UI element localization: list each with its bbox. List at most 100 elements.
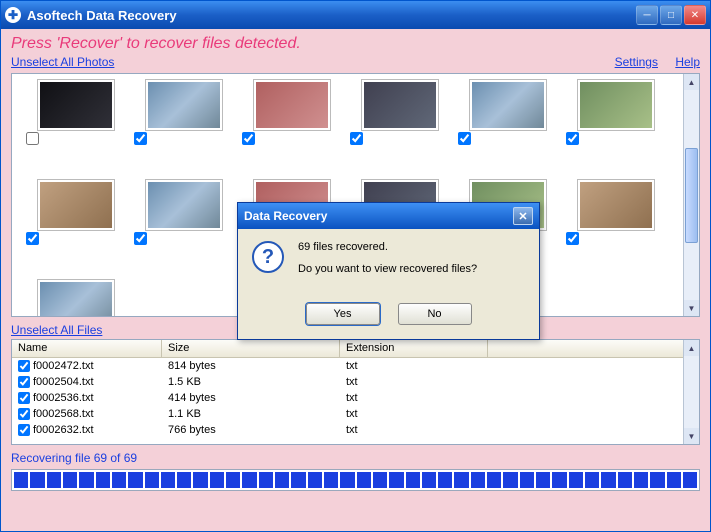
- scroll-down-icon[interactable]: ▼: [684, 428, 699, 444]
- file-name: f0002472.txt: [33, 360, 94, 372]
- dialog-titlebar: Data Recovery ✕: [238, 203, 539, 229]
- progress-segment: [30, 472, 44, 488]
- progress-segment: [471, 472, 485, 488]
- table-row[interactable]: f0002472.txt 814 bytestxt: [12, 358, 699, 374]
- minimize-button[interactable]: ─: [636, 5, 658, 25]
- file-size: 1.1 KB: [162, 408, 340, 420]
- photo-thumbnail[interactable]: [20, 280, 128, 317]
- app-icon: ✚: [5, 7, 21, 23]
- photo-thumbnail[interactable]: [128, 180, 236, 258]
- thumbnail-image[interactable]: [146, 80, 222, 130]
- photo-thumbnail[interactable]: [236, 80, 344, 158]
- thumbnail-image[interactable]: [578, 180, 654, 230]
- dialog-close-button[interactable]: ✕: [513, 207, 533, 225]
- file-checkbox[interactable]: [18, 360, 30, 372]
- file-size: 414 bytes: [162, 392, 340, 404]
- file-checkbox[interactable]: [18, 392, 30, 404]
- titlebar: ✚ Asoftech Data Recovery ─ □ ✕: [1, 1, 710, 29]
- progress-segment: [618, 472, 632, 488]
- no-button[interactable]: No: [398, 303, 472, 325]
- photo-thumbnail[interactable]: [452, 80, 560, 158]
- col-header-extension[interactable]: Extension: [340, 340, 488, 357]
- progress-segment: [357, 472, 371, 488]
- thumbnail-checkbox[interactable]: [566, 232, 579, 245]
- yes-button[interactable]: Yes: [306, 303, 380, 325]
- thumbnail-checkbox[interactable]: [566, 132, 579, 145]
- photo-scrollbar[interactable]: ▲ ▼: [683, 74, 699, 316]
- photo-thumbnail[interactable]: [344, 80, 452, 158]
- thumbnail-image[interactable]: [38, 180, 114, 230]
- progress-segment: [422, 472, 436, 488]
- dialog-buttons: Yes No: [238, 297, 539, 339]
- photo-thumbnail[interactable]: [20, 180, 128, 258]
- photo-thumbnail[interactable]: [560, 180, 668, 258]
- settings-link[interactable]: Settings: [615, 55, 658, 69]
- thumbnail-checkbox[interactable]: [242, 132, 255, 145]
- progress-segment: [601, 472, 615, 488]
- dialog-line1: 69 files recovered.: [298, 241, 477, 253]
- close-button[interactable]: ✕: [684, 5, 706, 25]
- thumbnail-checkbox[interactable]: [134, 232, 147, 245]
- thumbnail-image[interactable]: [362, 80, 438, 130]
- progress-segment: [112, 472, 126, 488]
- progress-segment: [193, 472, 207, 488]
- scroll-down-icon[interactable]: ▼: [684, 300, 699, 316]
- photo-thumbnail[interactable]: [560, 80, 668, 158]
- col-header-size[interactable]: Size: [162, 340, 340, 357]
- file-checkbox[interactable]: [18, 408, 30, 420]
- thumbnail-image[interactable]: [146, 180, 222, 230]
- unselect-all-photos-link[interactable]: Unselect All Photos: [11, 55, 114, 69]
- progress-segment: [47, 472, 61, 488]
- photo-thumbnail[interactable]: [20, 80, 128, 158]
- col-header-name[interactable]: Name: [12, 340, 162, 357]
- unselect-all-files-link[interactable]: Unselect All Files: [11, 323, 102, 337]
- progress-segment: [650, 472, 664, 488]
- maximize-button[interactable]: □: [660, 5, 682, 25]
- file-checkbox[interactable]: [18, 376, 30, 388]
- question-icon: ?: [252, 241, 284, 273]
- file-extension: txt: [340, 392, 488, 404]
- thumbnail-checkbox[interactable]: [26, 232, 39, 245]
- scroll-up-icon[interactable]: ▲: [684, 340, 699, 356]
- file-checkbox[interactable]: [18, 424, 30, 436]
- thumbnail-image[interactable]: [254, 80, 330, 130]
- progress-segment: [438, 472, 452, 488]
- thumbnail-image[interactable]: [38, 80, 114, 130]
- progress-segment: [340, 472, 354, 488]
- app-window: ✚ Asoftech Data Recovery ─ □ ✕ Press 'Re…: [0, 0, 711, 532]
- file-size: 814 bytes: [162, 360, 340, 372]
- scroll-thumb[interactable]: [685, 148, 698, 243]
- photo-thumbnail[interactable]: [128, 80, 236, 158]
- file-scrollbar[interactable]: ▲ ▼: [683, 340, 699, 444]
- table-row[interactable]: f0002568.txt1.1 KBtxt: [12, 406, 699, 422]
- help-link[interactable]: Help: [675, 55, 700, 69]
- progress-segment: [96, 472, 110, 488]
- file-extension: txt: [340, 424, 488, 436]
- table-row[interactable]: f0002536.txt414 bytestxt: [12, 390, 699, 406]
- progress-segment: [634, 472, 648, 488]
- instruction-text: Press 'Recover' to recover files detecte…: [11, 35, 700, 53]
- thumbnail-image[interactable]: [38, 280, 114, 317]
- progress-segment: [14, 472, 28, 488]
- thumbnail-checkbox[interactable]: [26, 132, 39, 145]
- file-name: f0002504.txt: [33, 376, 94, 388]
- progress-segment: [259, 472, 273, 488]
- scroll-up-icon[interactable]: ▲: [684, 74, 699, 90]
- progress-segment: [177, 472, 191, 488]
- thumbnail-checkbox[interactable]: [134, 132, 147, 145]
- progress-segment: [520, 472, 534, 488]
- thumbnail-image[interactable]: [470, 80, 546, 130]
- progress-segment: [487, 472, 501, 488]
- table-row[interactable]: f0002504.txt1.5 KBtxt: [12, 374, 699, 390]
- thumbnail-image[interactable]: [578, 80, 654, 130]
- progress-segment: [454, 472, 468, 488]
- progress-segment: [667, 472, 681, 488]
- progress-segment: [145, 472, 159, 488]
- thumbnail-checkbox[interactable]: [350, 132, 363, 145]
- thumbnail-checkbox[interactable]: [458, 132, 471, 145]
- file-extension: txt: [340, 360, 488, 372]
- table-row[interactable]: f0002632.txt766 bytestxt: [12, 422, 699, 438]
- file-extension: txt: [340, 408, 488, 420]
- dialog-title: Data Recovery: [244, 209, 513, 223]
- progress-segment: [128, 472, 142, 488]
